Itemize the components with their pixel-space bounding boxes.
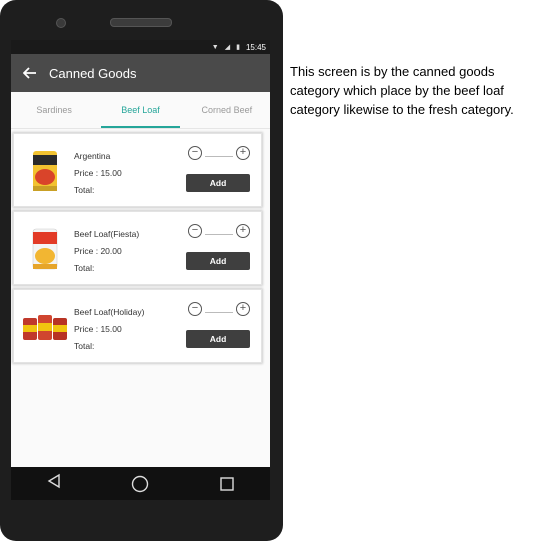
product-info: Argentina Price : 15.00 Total: <box>74 148 122 199</box>
description-caption: This screen is by the canned goods categ… <box>290 64 514 117</box>
product-name: Argentina <box>74 151 111 161</box>
tab-beef-loaf[interactable]: Beef Loaf <box>97 92 183 128</box>
quantity-input[interactable] <box>205 234 233 235</box>
nav-back-icon[interactable] <box>46 473 62 494</box>
speaker-grille <box>110 18 172 27</box>
tab-sardines[interactable]: Sardines <box>11 92 97 128</box>
phone-frame: ▼ ◢ ▮ 15:45 Canned Goods Sardines Beef L… <box>0 0 283 541</box>
add-button[interactable]: Add <box>186 252 250 270</box>
product-image <box>22 148 68 194</box>
nav-recent-apps-icon[interactable] <box>219 476 235 492</box>
android-nav-bar <box>11 467 270 500</box>
product-name: Beef Loaf(Fiesta) <box>74 229 140 239</box>
product-image <box>22 304 68 350</box>
camera-icon <box>56 18 66 28</box>
app-bar: Canned Goods <box>11 54 270 92</box>
product-price: Price : 15.00 <box>74 324 122 334</box>
back-arrow-icon[interactable] <box>22 64 45 82</box>
product-total: Total: <box>74 185 95 195</box>
plus-icon[interactable]: + <box>236 224 250 238</box>
quantity-input[interactable] <box>205 312 233 313</box>
minus-icon[interactable]: − <box>188 146 202 160</box>
plus-icon[interactable]: + <box>236 302 250 316</box>
product-info: Beef Loaf(Holiday) Price : 15.00 Total: <box>74 304 144 355</box>
status-time: 15:45 <box>245 42 266 52</box>
minus-icon[interactable]: − <box>188 302 202 316</box>
product-card: Beef Loaf(Fiesta) Price : 20.00 Total: −… <box>13 211 262 285</box>
plus-icon[interactable]: + <box>236 146 250 160</box>
product-image <box>22 226 68 272</box>
minus-icon[interactable]: − <box>188 224 202 238</box>
product-total: Total: <box>74 341 95 351</box>
add-button[interactable]: Add <box>186 174 250 192</box>
category-tabs: Sardines Beef Loaf Corned Beef <box>11 92 270 129</box>
signal-icon: ◢ <box>224 44 231 51</box>
app-screen: ▼ ◢ ▮ 15:45 Canned Goods Sardines Beef L… <box>11 40 270 500</box>
product-card: Argentina Price : 15.00 Total: − + Add <box>13 133 262 207</box>
status-bar: ▼ ◢ ▮ 15:45 <box>11 40 270 54</box>
product-card: Beef Loaf(Holiday) Price : 15.00 Total: … <box>13 289 262 363</box>
product-price: Price : 15.00 <box>74 168 122 178</box>
product-total: Total: <box>74 263 95 273</box>
page-title: Canned Goods <box>49 65 137 81</box>
battery-icon: ▮ <box>236 44 240 51</box>
nav-home-icon[interactable] <box>131 475 149 493</box>
product-price: Price : 20.00 <box>74 246 122 256</box>
tab-corned-beef[interactable]: Corned Beef <box>184 92 270 128</box>
wifi-icon: ▼ <box>211 43 219 51</box>
product-list: Argentina Price : 15.00 Total: − + Add B… <box>11 129 270 363</box>
quantity-input[interactable] <box>205 156 233 157</box>
add-button[interactable]: Add <box>186 330 250 348</box>
product-name: Beef Loaf(Holiday) <box>74 307 145 317</box>
product-info: Beef Loaf(Fiesta) Price : 20.00 Total: <box>74 226 139 277</box>
